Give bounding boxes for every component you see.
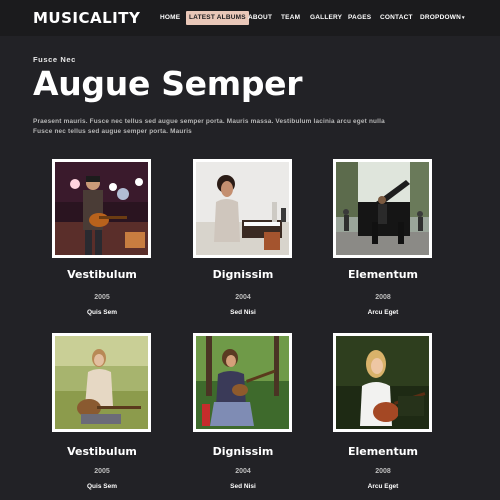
top-navigation-bar: MUSICALITY HOME LATEST ALBUMS ABOUT TEAM… xyxy=(0,0,500,36)
album-year: 2004 xyxy=(235,468,251,475)
album-year: 2004 xyxy=(235,294,251,301)
album-cover-image[interactable] xyxy=(193,159,292,258)
album-cover-image[interactable] xyxy=(333,159,432,258)
nav-item-team[interactable]: TEAM xyxy=(281,11,300,25)
album-subtitle: Quis Sem xyxy=(87,309,117,316)
album-title[interactable]: Elementum xyxy=(313,445,453,458)
blonde-guitarist-image xyxy=(336,336,429,429)
woman-with-headphones-image xyxy=(196,162,289,255)
album-cover-image[interactable] xyxy=(333,333,432,432)
album-subtitle: Sed Nisi xyxy=(230,309,256,316)
chevron-down-icon: ▾ xyxy=(461,15,465,21)
nav-item-latest-albums[interactable]: LATEST ALBUMS xyxy=(186,11,249,25)
hero-description: Praesent mauris. Fusce nec tellus sed au… xyxy=(33,118,385,135)
hero-eyebrow: Fusce Nec xyxy=(33,55,76,64)
album-subtitle: Arcu Eget xyxy=(367,483,399,490)
girl-guitar-field-image xyxy=(55,336,148,429)
page-title: Augue Semper xyxy=(33,64,303,103)
album-title[interactable]: Vestibulum xyxy=(32,445,172,458)
album-title[interactable]: Vestibulum xyxy=(32,268,172,281)
album-cover-image[interactable] xyxy=(52,159,151,258)
nav-item-pages[interactable]: PAGES xyxy=(348,11,371,25)
woman-mandolin-forest-image xyxy=(196,336,289,429)
album-year: 2005 xyxy=(94,294,110,301)
album-cover-image[interactable] xyxy=(193,333,292,432)
nav-item-gallery[interactable]: GALLERY xyxy=(310,11,342,25)
nav-item-dropdown[interactable]: DROPDOWN▾ xyxy=(420,11,465,25)
album-subtitle: Sed Nisi xyxy=(230,483,256,490)
album-subtitle: Arcu Eget xyxy=(367,309,399,316)
main-nav: HOME LATEST ALBUMS ABOUT TEAM GALLERY PA… xyxy=(0,11,500,25)
album-cover-image[interactable] xyxy=(52,333,151,432)
album-subtitle: Quis Sem xyxy=(87,483,117,490)
album-title[interactable]: Dignissim xyxy=(173,445,313,458)
nav-item-home[interactable]: HOME xyxy=(160,11,180,25)
album-year: 2008 xyxy=(375,468,391,475)
nav-item-contact[interactable]: CONTACT xyxy=(380,11,413,25)
nav-item-dropdown-label: DROPDOWN xyxy=(420,14,461,21)
street-pianist-image xyxy=(336,162,429,255)
nav-item-about[interactable]: ABOUT xyxy=(248,11,272,25)
guitarist-on-stage-image xyxy=(55,162,148,255)
album-year: 2005 xyxy=(94,468,110,475)
album-title[interactable]: Elementum xyxy=(313,268,453,281)
album-title[interactable]: Dignissim xyxy=(173,268,313,281)
album-year: 2008 xyxy=(375,294,391,301)
